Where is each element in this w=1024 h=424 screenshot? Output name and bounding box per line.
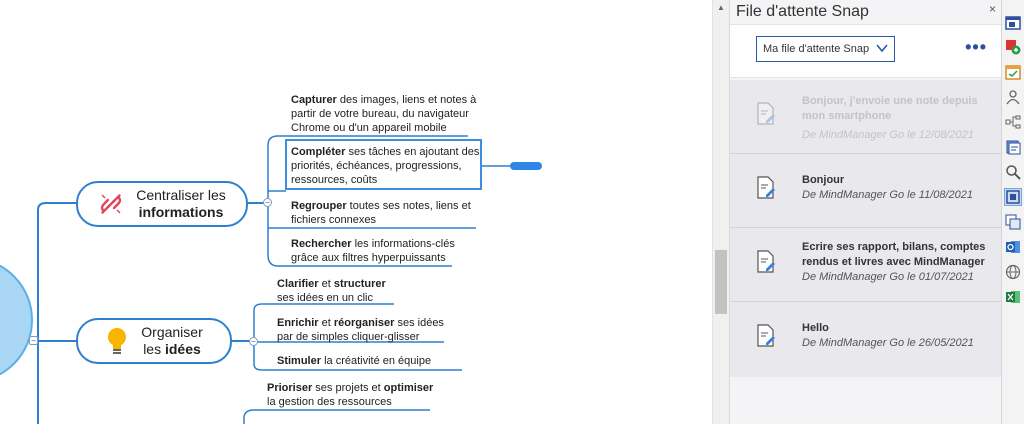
snap-item[interactable]: Bonjour, j'envoie une note depuis mon sm… [730,80,1001,154]
subtopic-text: ses idées [394,317,444,329]
snap-item-meta: De MindManager Go le 11/08/2021 [802,189,974,201]
subtopic-bold: structurer [333,278,386,290]
subtopic-bold: optimiser [383,382,434,394]
document-edit-icon [757,324,775,347]
subtopic-regrouper[interactable]: Regrouper toutes ses notes, liens et fic… [291,199,471,227]
collapse-toggle-icon[interactable]: − [263,198,272,207]
snap-item-title: Bonjour [802,174,845,186]
globe-icon[interactable] [1004,263,1022,281]
scrollbar-thumb[interactable] [715,250,727,314]
snap-item-title: Hello [802,322,829,334]
subtopic-bold: Regrouper [291,200,347,212]
subtopic-text: ses projets et [312,382,384,394]
panel-toolbar: Ma file d'attente Snap ••• [730,24,1001,78]
vertical-scrollbar[interactable]: ▲ [712,0,729,424]
panel-title: File d'attente Snap [736,3,869,20]
subtopic-text: priorités, échéances, progressions, [291,160,462,172]
subtopic-text: et [318,278,334,290]
topic-label: Centraliser les informations [136,187,225,221]
subtopic-text: grâce aux filtres hyperpuissants [291,252,446,264]
side-icon-bar [1001,0,1024,424]
person-icon[interactable] [1004,88,1022,106]
document-edit-icon [757,250,775,273]
queue-selector-dropdown[interactable]: Ma file d'attente Snap [756,36,895,62]
collapse-toggle-icon[interactable]: − [29,336,38,345]
document-edit-icon [757,176,775,199]
subtopic-stimuler[interactable]: Stimuler la créativité en équipe [277,354,431,368]
queue-selector-label: Ma file d'attente Snap [763,43,870,55]
subtopic-completer[interactable]: Compléter ses tâches en ajoutant des pri… [291,145,479,187]
subtopic-text: par de simples cliquer-glisser [277,331,420,343]
pages-icon[interactable] [1004,213,1022,231]
subtopic-text: la gestion des ressources [267,396,392,408]
excel-icon[interactable] [1004,288,1022,306]
topic-line-bold: informations [138,204,224,220]
snap-queue-panel: File d'attente Snap × Ma file d'attente … [729,0,1001,424]
snap-item-title: Ecrire ses rapport, bilans, comptes rend… [802,241,986,268]
frame-icon[interactable] [1004,188,1022,206]
subtopic-clarifier[interactable]: Clarifier et structurer ses idées en un … [277,277,386,305]
tree-icon[interactable] [1004,113,1022,131]
gift-icon[interactable] [1004,38,1022,56]
panel-header: File d'attente Snap × [730,0,1001,24]
topic-organiser-idees[interactable]: Organiser les idées [76,318,232,364]
subtopic-prioriser[interactable]: Prioriser ses projets et optimiser la ge… [267,381,433,409]
snap-item[interactable]: Ecrire ses rapport, bilans, comptes rend… [730,228,1001,302]
topic-line-bold: idées [164,341,201,357]
subtopic-bold: Rechercher [291,238,352,250]
subtopic-text: partir de votre bureau, du navigateur [291,108,469,120]
subtopic-rechercher[interactable]: Rechercher les informations-clés grâce a… [291,237,455,265]
subtopic-text: fichiers connexes [291,214,376,226]
document-edit-icon [757,102,775,125]
snap-item-meta: De MindManager Go le 12/08/2021 [802,129,974,141]
subtopic-text: les informations-clés [351,238,455,250]
topic-label: Organiser les idées [141,324,202,358]
subtopic-text: des images, liens et notes à [336,94,477,106]
snap-item-title: Bonjour, j'envoie une note depuis mon sm… [802,95,978,122]
subtopic-text: la créativité en équipe [321,355,432,367]
mindmap-canvas[interactable]: Centraliser les informations Organiser l… [0,0,712,424]
outlook-icon[interactable] [1004,238,1022,256]
drag-handle[interactable] [510,162,542,170]
subtopic-bold: réorganiser [333,317,395,329]
chevron-down-icon [876,44,888,53]
subtopic-capturer[interactable]: Capturer des images, liens et notes à pa… [291,93,476,135]
topic-line: Centraliser les [136,187,226,203]
topic-line: les [143,341,165,357]
snap-item[interactable]: Hello De MindManager Go le 26/05/2021 [730,302,1001,376]
search-icon[interactable] [1004,163,1022,181]
subtopic-bold: Capturer [291,94,337,106]
more-options-button[interactable]: ••• [965,37,987,58]
topic-centraliser-informations[interactable]: Centraliser les informations [76,181,248,227]
snap-item-meta: De MindManager Go le 26/05/2021 [802,337,974,349]
subtopic-bold: Enrichir [277,317,319,329]
calendar-icon[interactable] [1004,63,1022,81]
subtopic-bold: Clarifier [277,278,319,290]
subtopic-text: et [318,317,334,329]
close-icon[interactable]: × [989,2,996,16]
subtopic-text: ressources, coûts [291,174,378,186]
subtopic-bold: Compléter [291,146,346,158]
scroll-up-icon[interactable]: ▲ [717,3,725,12]
central-topic-shape [0,264,33,376]
collapse-toggle-icon[interactable]: − [249,337,258,346]
subtopic-text: toutes ses notes, liens et [346,200,471,212]
window-icon[interactable] [1004,14,1022,32]
topic-line: Organiser [141,324,203,340]
subtopic-enrichir[interactable]: Enrichir et réorganiser ses idées par de… [277,316,444,344]
subtopic-text: Chrome ou d'un appareil mobile [291,122,447,134]
snap-list: Bonjour, j'envoie une note depuis mon sm… [730,80,1001,377]
subtopic-text: ses idées en un clic [277,292,373,304]
snap-item-meta: De MindManager Go le 01/07/2021 [802,271,974,283]
subtopic-text: ses tâches en ajoutant des [345,146,480,158]
library-icon[interactable] [1004,138,1022,156]
snap-item[interactable]: Bonjour De MindManager Go le 11/08/2021 [730,154,1001,228]
lightbulb-icon [108,328,127,354]
subtopic-bold: Prioriser [267,382,313,394]
subtopic-bold: Stimuler [277,355,322,367]
broken-link-icon [101,194,122,214]
